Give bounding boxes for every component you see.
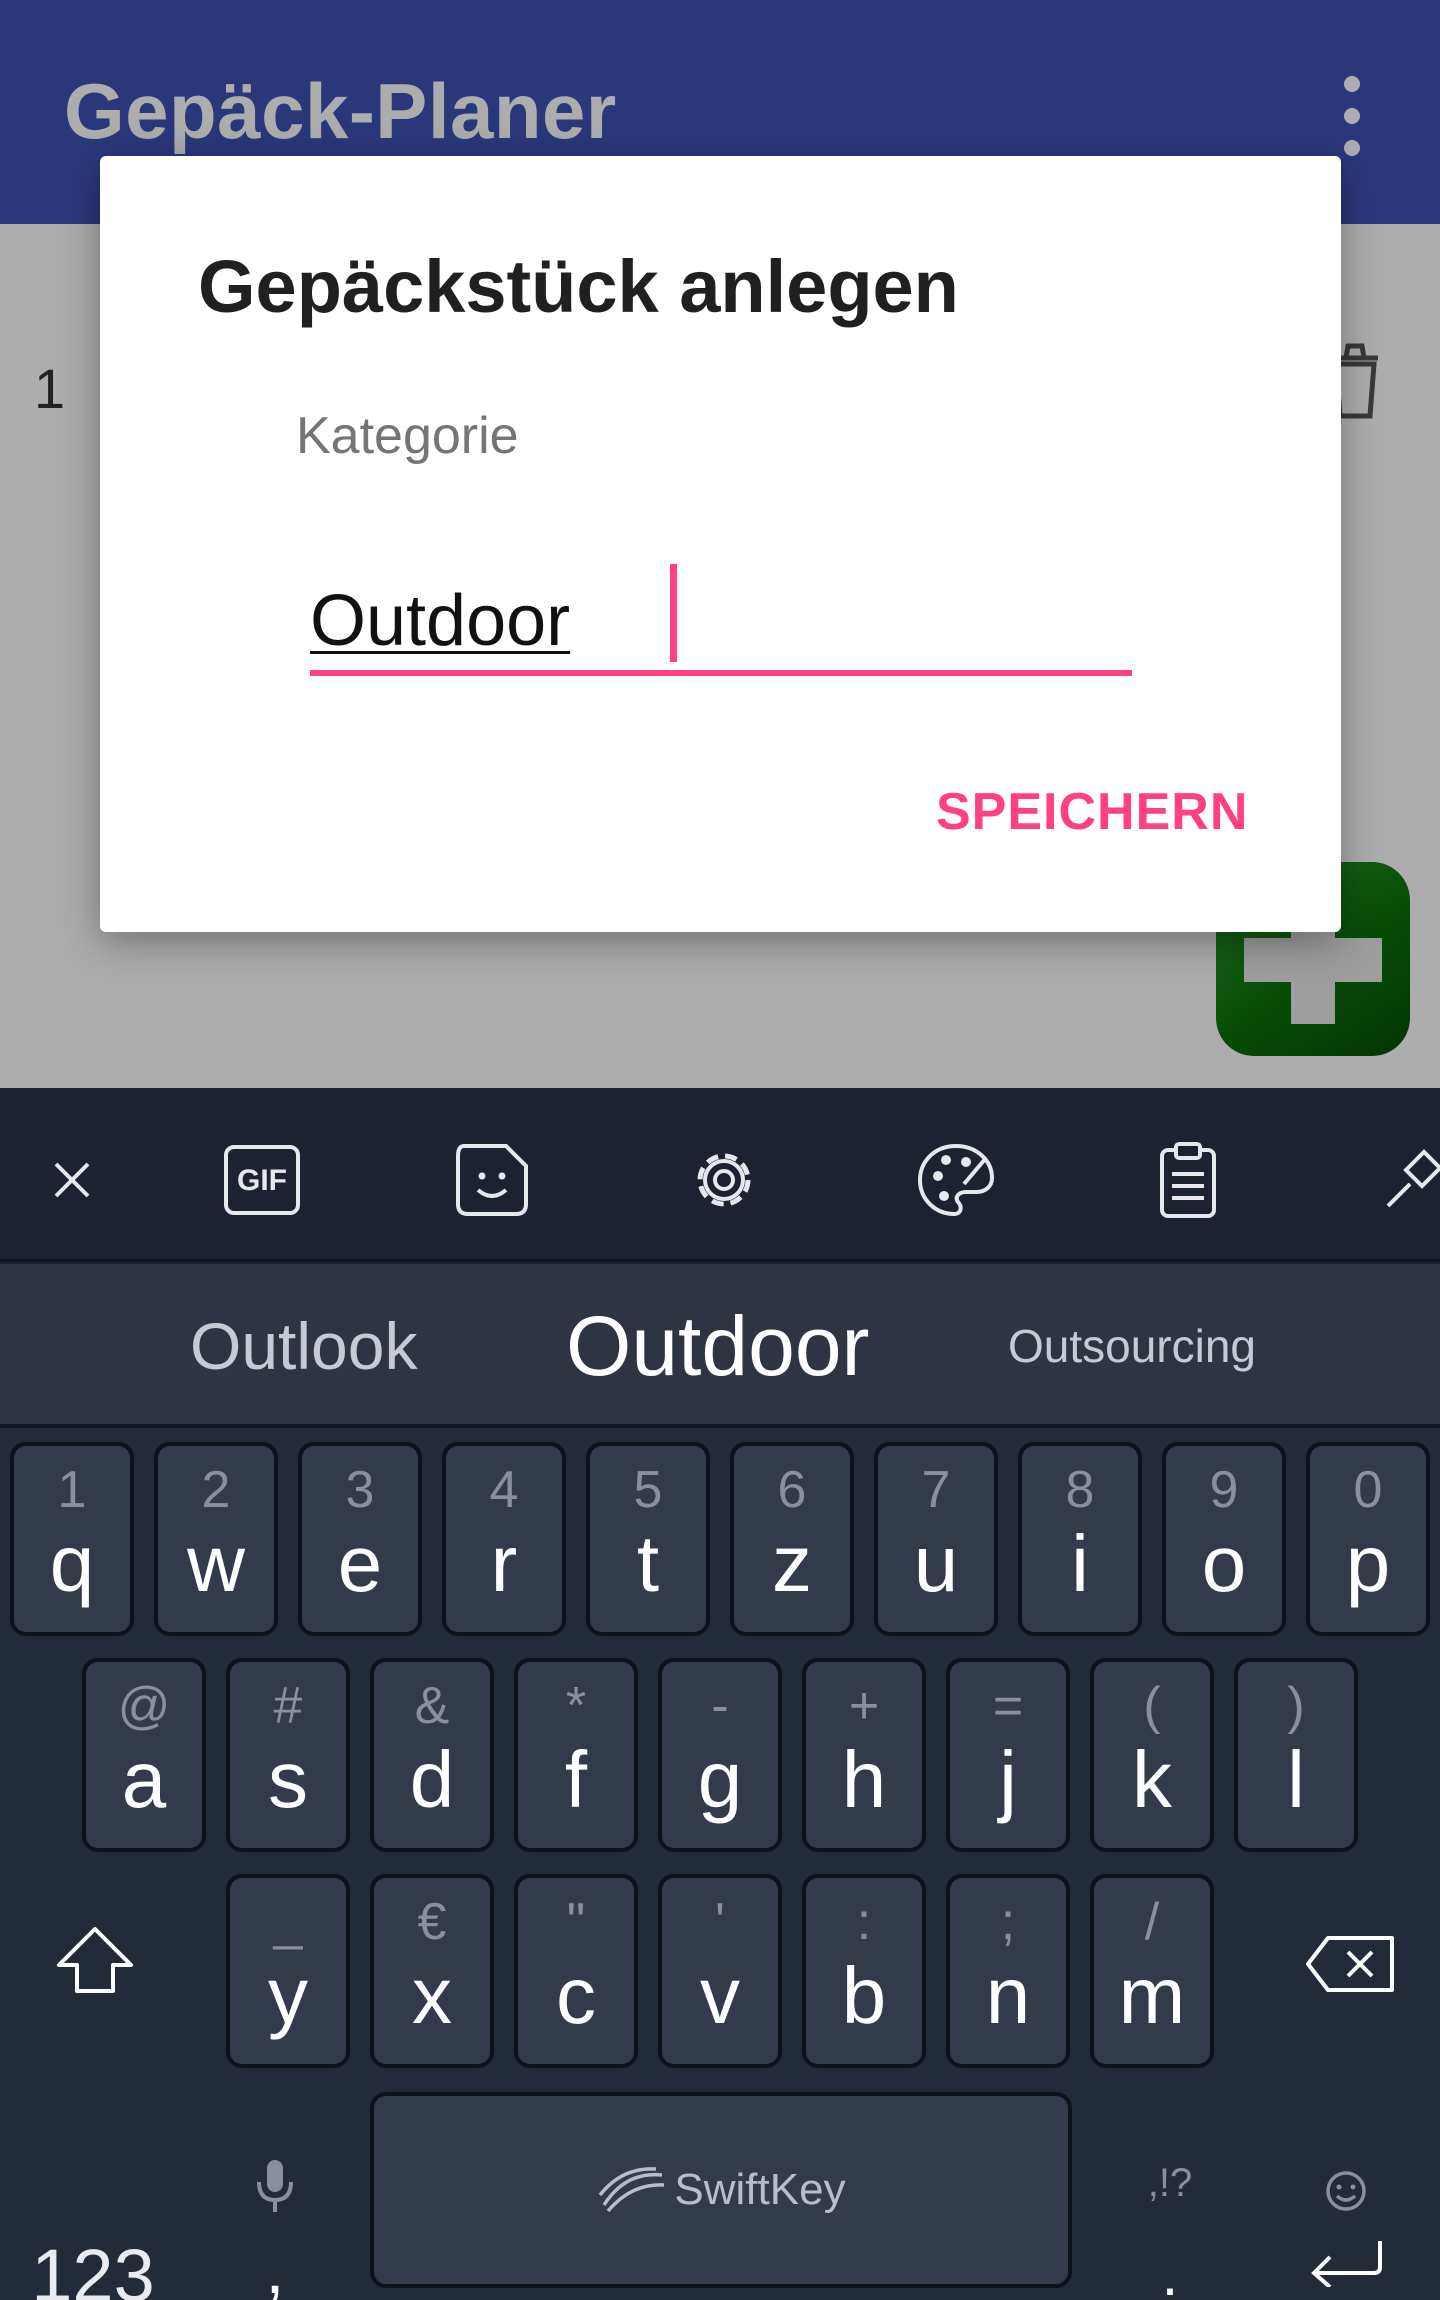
category-label: Kategorie: [296, 407, 519, 465]
enter-icon: [1311, 2241, 1382, 2287]
key-g[interactable]: -g: [658, 1658, 782, 1852]
mic-comma-key[interactable]: ,: [240, 2136, 310, 2300]
key-s[interactable]: # s: [226, 1658, 350, 1852]
key-n[interactable]: ; n: [946, 1874, 1070, 2068]
key-o[interactable]: 9o: [1162, 1442, 1286, 1636]
save-button[interactable]: SPEICHERN: [936, 772, 1248, 852]
numbers-key[interactable]: 123: [28, 2220, 158, 2300]
suggestion-center[interactable]: Outdoor: [566, 1264, 870, 1428]
pin-icon[interactable]: [1380, 1140, 1440, 1220]
create-item-dialog: Gepäckstück anlegen Kategorie SPEICHERN: [100, 156, 1341, 932]
key-m[interactable]: / m: [1090, 1874, 1214, 2068]
theme-palette-icon[interactable]: [916, 1140, 996, 1220]
key-a[interactable]: @ a: [82, 1658, 206, 1852]
key-k[interactable]: (k: [1090, 1658, 1214, 1852]
shift-icon: [57, 1927, 133, 1993]
backspace-key[interactable]: [1290, 1914, 1410, 2014]
key-y[interactable]: _ y: [226, 1874, 350, 2068]
shift-key[interactable]: [40, 1910, 150, 2010]
keyboard-toolbar: GIF: [0, 1088, 1440, 1262]
backspace-icon: [1306, 1936, 1394, 1992]
key-l[interactable]: ) l: [1234, 1658, 1358, 1852]
category-input-underline: [310, 670, 1132, 676]
key-q[interactable]: 1q: [10, 1442, 134, 1636]
key-t[interactable]: 5t: [586, 1442, 710, 1636]
suggestion-right[interactable]: Outsourcing: [1008, 1264, 1256, 1428]
gif-label: GIF: [237, 1164, 287, 1197]
key-i[interactable]: 8i: [1018, 1442, 1142, 1636]
swiftkey-logo-icon: [599, 2167, 665, 2213]
key-w[interactable]: 2w: [154, 1442, 278, 1636]
gif-icon[interactable]: GIF: [222, 1140, 302, 1220]
punctuation-hint: ,!?: [1147, 2161, 1193, 2205]
microphone-icon: [257, 2160, 293, 2212]
close-icon[interactable]: [32, 1140, 112, 1220]
key-v[interactable]: ' v: [658, 1874, 782, 2068]
emoji-icon: [1326, 2171, 1366, 2211]
suggestion-bar: Outlook Outdoor Outsourcing: [0, 1264, 1440, 1428]
suggestion-left[interactable]: Outlook: [190, 1264, 417, 1428]
clipboard-icon[interactable]: [1148, 1140, 1228, 1220]
dialog-title: Gepäckstück anlegen: [198, 245, 959, 328]
category-input[interactable]: [310, 566, 1134, 676]
key-c[interactable]: " c: [514, 1874, 638, 2068]
space-key[interactable]: SwiftKey: [370, 2092, 1072, 2288]
key-p[interactable]: 0p: [1306, 1442, 1430, 1636]
key-z[interactable]: 6z: [730, 1442, 854, 1636]
key-area: 1q 2w 3e 4r 5t 6z 7u 8i 9o 0p @ a # s & d *…: [0, 1428, 1440, 2300]
sticker-icon[interactable]: [452, 1140, 532, 1220]
comma-label: ,: [265, 2232, 285, 2300]
key-h[interactable]: + h: [802, 1658, 926, 1852]
key-j[interactable]: = j: [946, 1658, 1070, 1852]
keyboard: GIF Outlook Outdoor Outsourcing 1 q 2 w …: [0, 1088, 1440, 2300]
text-cursor: [670, 564, 677, 662]
key-x[interactable]: € x: [370, 1874, 494, 2068]
settings-icon[interactable]: [684, 1140, 764, 1220]
punctuation-key[interactable]: ,!? .: [1130, 2140, 1210, 2300]
key-u[interactable]: 7u: [874, 1442, 998, 1636]
key-f[interactable]: * f: [514, 1658, 638, 1852]
key-b[interactable]: :b: [802, 1874, 926, 2068]
space-label: SwiftKey: [674, 2165, 846, 2214]
key-r[interactable]: 4r: [442, 1442, 566, 1636]
period-label: .: [1161, 2241, 1179, 2300]
enter-emoji-key[interactable]: [1296, 2128, 1396, 2300]
key-e[interactable]: 3e: [298, 1442, 422, 1636]
key-d[interactable]: & d: [370, 1658, 494, 1852]
